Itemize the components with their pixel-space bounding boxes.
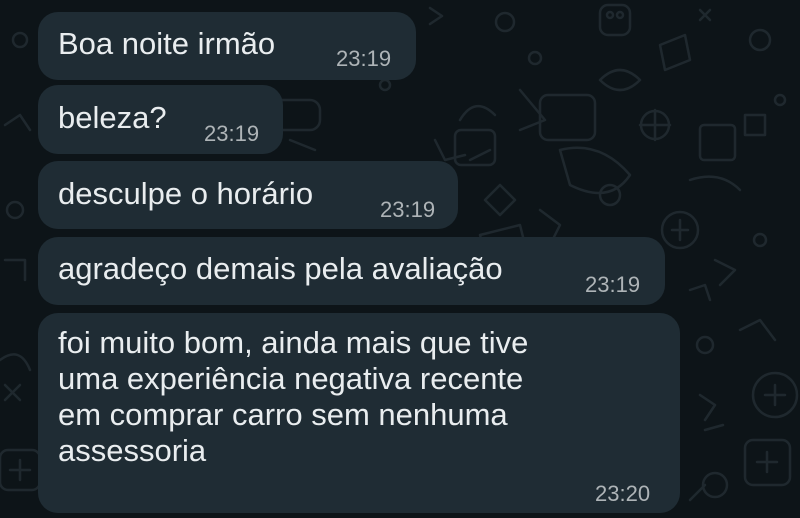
message-text: beleza? (58, 100, 167, 135)
chat-window: Boa noite irmão 23:19 beleza? 23:19 desc… (0, 0, 800, 518)
message-timestamp: 23:19 (204, 121, 260, 146)
message-bubble[interactable]: desculpe o horário 23:19 (38, 161, 458, 229)
message-bubble[interactable]: foi muito bom, ainda mais que tive uma e… (38, 313, 680, 513)
message-text: Boa noite irmão (58, 26, 276, 61)
message-timestamp: 23:19 (585, 272, 641, 297)
message-timestamp: 23:20 (595, 481, 651, 506)
message-bubble[interactable]: Boa noite irmão 23:19 (38, 12, 416, 80)
message-text: agradeço demais pela avaliação (58, 251, 503, 286)
message-text: foi muito bom, ainda mais que tive uma e… (58, 325, 529, 468)
message-text: desculpe o horário (58, 176, 314, 211)
message-timestamp: 23:19 (380, 197, 436, 222)
message-bubble[interactable]: beleza? 23:19 (38, 85, 283, 154)
message-bubble[interactable]: agradeço demais pela avaliação 23:19 (38, 237, 665, 305)
message-timestamp: 23:19 (336, 46, 392, 71)
